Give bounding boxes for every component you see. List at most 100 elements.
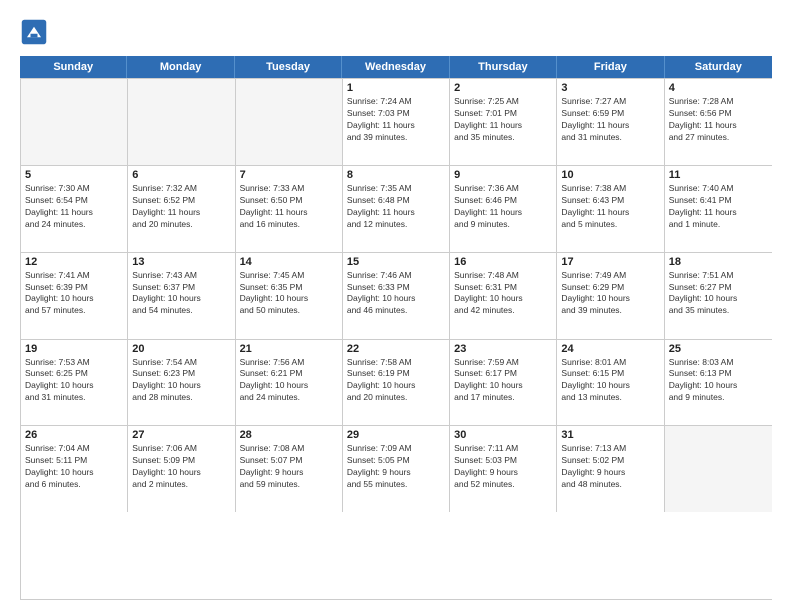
day-number: 4 <box>669 82 768 94</box>
day-number: 5 <box>25 169 123 181</box>
day-info: Sunrise: 7:24 AM Sunset: 7:03 PM Dayligh… <box>347 96 445 144</box>
calendar-cell: 3Sunrise: 7:27 AM Sunset: 6:59 PM Daylig… <box>557 79 664 165</box>
page: SundayMondayTuesdayWednesdayThursdayFrid… <box>0 0 792 612</box>
calendar-cell: 17 Sunrise: 7:49 AM Sunset: 6:29 PM Dayli… <box>557 253 664 339</box>
calendar-cell <box>21 79 128 165</box>
day-info: Sunrise: 7:27 AM Sunset: 6:59 PM Dayligh… <box>561 96 659 144</box>
calendar-cell: 31Sunrise: 7:13 AM Sunset: 5:02 PM Dayli… <box>557 426 664 512</box>
day-number: 30 <box>454 429 552 441</box>
calendar-cell: 27 Sunrise: 7:06 AM Sunset: 5:09 PM Dayli… <box>128 426 235 512</box>
day-info: Sunrise: 7:28 AM Sunset: 6:56 PM Dayligh… <box>669 96 768 144</box>
calendar-cell: 13 Sunrise: 7:43 AM Sunset: 6:37 PM Dayli… <box>128 253 235 339</box>
day-number: 27 <box>132 429 230 441</box>
day-number: 1 <box>347 82 445 94</box>
calendar-row: 19Sunrise: 7:53 AM Sunset: 6:25 PM Dayli… <box>21 339 772 426</box>
day-number: 17 <box>561 256 659 268</box>
day-info: Sunrise: 7:06 AM Sunset: 5:09 PM Dayligh… <box>132 443 230 491</box>
weekday-header: Thursday <box>450 56 557 78</box>
day-number: 10 <box>561 169 659 181</box>
calendar-cell: 5 Sunrise: 7:30 AM Sunset: 6:54 PM Daylig… <box>21 166 128 252</box>
day-number: 16 <box>454 256 552 268</box>
day-info: Sunrise: 7:45 AM Sunset: 6:35 PM Dayligh… <box>240 270 338 318</box>
calendar-cell: 2 Sunrise: 7:25 AM Sunset: 7:01 PM Daylig… <box>450 79 557 165</box>
calendar-cell: 15 Sunrise: 7:46 AM Sunset: 6:33 PM Dayli… <box>343 253 450 339</box>
day-number: 7 <box>240 169 338 181</box>
day-info: Sunrise: 7:09 AM Sunset: 5:05 PM Dayligh… <box>347 443 445 491</box>
day-info: Sunrise: 7:41 AM Sunset: 6:39 PM Dayligh… <box>25 270 123 318</box>
calendar-cell: 19Sunrise: 7:53 AM Sunset: 6:25 PM Dayli… <box>21 340 128 426</box>
calendar-cell: 28Sunrise: 7:08 AM Sunset: 5:07 PM Dayli… <box>236 426 343 512</box>
calendar-cell: 29 Sunrise: 7:09 AM Sunset: 5:05 PM Dayli… <box>343 426 450 512</box>
day-info: Sunrise: 7:38 AM Sunset: 6:43 PM Dayligh… <box>561 183 659 231</box>
day-info: Sunrise: 7:35 AM Sunset: 6:48 PM Dayligh… <box>347 183 445 231</box>
day-info: Sunrise: 7:13 AM Sunset: 5:02 PM Dayligh… <box>561 443 659 491</box>
day-info: Sunrise: 7:56 AM Sunset: 6:21 PM Dayligh… <box>240 357 338 405</box>
calendar-cell: 30 Sunrise: 7:11 AM Sunset: 5:03 PM Dayli… <box>450 426 557 512</box>
day-number: 9 <box>454 169 552 181</box>
calendar-cell: 8 Sunrise: 7:35 AM Sunset: 6:48 PM Daylig… <box>343 166 450 252</box>
calendar-cell <box>665 426 772 512</box>
calendar-cell: 9 Sunrise: 7:36 AM Sunset: 6:46 PM Daylig… <box>450 166 557 252</box>
calendar-cell: 21 Sunrise: 7:56 AM Sunset: 6:21 PM Dayli… <box>236 340 343 426</box>
day-info: Sunrise: 7:36 AM Sunset: 6:46 PM Dayligh… <box>454 183 552 231</box>
calendar-cell: 24 Sunrise: 8:01 AM Sunset: 6:15 PM Dayli… <box>557 340 664 426</box>
day-info: Sunrise: 7:33 AM Sunset: 6:50 PM Dayligh… <box>240 183 338 231</box>
calendar-cell: 11 Sunrise: 7:40 AM Sunset: 6:41 PM Dayli… <box>665 166 772 252</box>
day-number: 23 <box>454 343 552 355</box>
calendar-row: 5 Sunrise: 7:30 AM Sunset: 6:54 PM Daylig… <box>21 165 772 252</box>
day-number: 20 <box>132 343 230 355</box>
calendar-cell: 20 Sunrise: 7:54 AM Sunset: 6:23 PM Dayli… <box>128 340 235 426</box>
day-info: Sunrise: 7:08 AM Sunset: 5:07 PM Dayligh… <box>240 443 338 491</box>
day-info: Sunrise: 7:59 AM Sunset: 6:17 PM Dayligh… <box>454 357 552 405</box>
logo-icon <box>20 18 48 46</box>
day-info: Sunrise: 7:49 AM Sunset: 6:29 PM Dayligh… <box>561 270 659 318</box>
calendar-cell: 10 Sunrise: 7:38 AM Sunset: 6:43 PM Dayli… <box>557 166 664 252</box>
calendar-cell: 1 Sunrise: 7:24 AM Sunset: 7:03 PM Daylig… <box>343 79 450 165</box>
day-info: Sunrise: 7:54 AM Sunset: 6:23 PM Dayligh… <box>132 357 230 405</box>
calendar-row: 1 Sunrise: 7:24 AM Sunset: 7:03 PM Daylig… <box>21 78 772 165</box>
weekday-header: Friday <box>557 56 664 78</box>
day-number: 13 <box>132 256 230 268</box>
calendar-cell <box>236 79 343 165</box>
day-number: 11 <box>669 169 768 181</box>
day-number: 8 <box>347 169 445 181</box>
calendar-row: 26 Sunrise: 7:04 AM Sunset: 5:11 PM Dayli… <box>21 425 772 512</box>
day-number: 12 <box>25 256 123 268</box>
calendar-cell <box>128 79 235 165</box>
calendar-cell: 7 Sunrise: 7:33 AM Sunset: 6:50 PM Daylig… <box>236 166 343 252</box>
day-number: 18 <box>669 256 768 268</box>
day-info: Sunrise: 7:30 AM Sunset: 6:54 PM Dayligh… <box>25 183 123 231</box>
day-info: Sunrise: 7:53 AM Sunset: 6:25 PM Dayligh… <box>25 357 123 405</box>
day-info: Sunrise: 7:43 AM Sunset: 6:37 PM Dayligh… <box>132 270 230 318</box>
day-info: Sunrise: 7:51 AM Sunset: 6:27 PM Dayligh… <box>669 270 768 318</box>
calendar-cell: 23 Sunrise: 7:59 AM Sunset: 6:17 PM Dayli… <box>450 340 557 426</box>
calendar-cell: 12 Sunrise: 7:41 AM Sunset: 6:39 PM Dayli… <box>21 253 128 339</box>
day-info: Sunrise: 8:01 AM Sunset: 6:15 PM Dayligh… <box>561 357 659 405</box>
day-info: Sunrise: 7:40 AM Sunset: 6:41 PM Dayligh… <box>669 183 768 231</box>
weekday-header: Sunday <box>20 56 127 78</box>
day-info: Sunrise: 7:11 AM Sunset: 5:03 PM Dayligh… <box>454 443 552 491</box>
day-info: Sunrise: 7:46 AM Sunset: 6:33 PM Dayligh… <box>347 270 445 318</box>
weekday-header: Wednesday <box>342 56 449 78</box>
calendar-cell: 14 Sunrise: 7:45 AM Sunset: 6:35 PM Dayli… <box>236 253 343 339</box>
day-number: 15 <box>347 256 445 268</box>
day-number: 22 <box>347 343 445 355</box>
day-info: Sunrise: 7:04 AM Sunset: 5:11 PM Dayligh… <box>25 443 123 491</box>
calendar-cell: 22Sunrise: 7:58 AM Sunset: 6:19 PM Dayli… <box>343 340 450 426</box>
day-number: 14 <box>240 256 338 268</box>
day-info: Sunrise: 7:25 AM Sunset: 7:01 PM Dayligh… <box>454 96 552 144</box>
day-number: 2 <box>454 82 552 94</box>
calendar-cell: 25 Sunrise: 8:03 AM Sunset: 6:13 PM Dayli… <box>665 340 772 426</box>
day-info: Sunrise: 8:03 AM Sunset: 6:13 PM Dayligh… <box>669 357 768 405</box>
calendar-cell: 16Sunrise: 7:48 AM Sunset: 6:31 PM Dayli… <box>450 253 557 339</box>
day-number: 25 <box>669 343 768 355</box>
weekday-header: Monday <box>127 56 234 78</box>
calendar-cell: 4 Sunrise: 7:28 AM Sunset: 6:56 PM Daylig… <box>665 79 772 165</box>
day-number: 24 <box>561 343 659 355</box>
day-number: 26 <box>25 429 123 441</box>
calendar-header: SundayMondayTuesdayWednesdayThursdayFrid… <box>20 56 772 78</box>
header <box>20 18 772 46</box>
calendar-body: 1 Sunrise: 7:24 AM Sunset: 7:03 PM Daylig… <box>20 78 772 600</box>
day-number: 21 <box>240 343 338 355</box>
day-number: 29 <box>347 429 445 441</box>
